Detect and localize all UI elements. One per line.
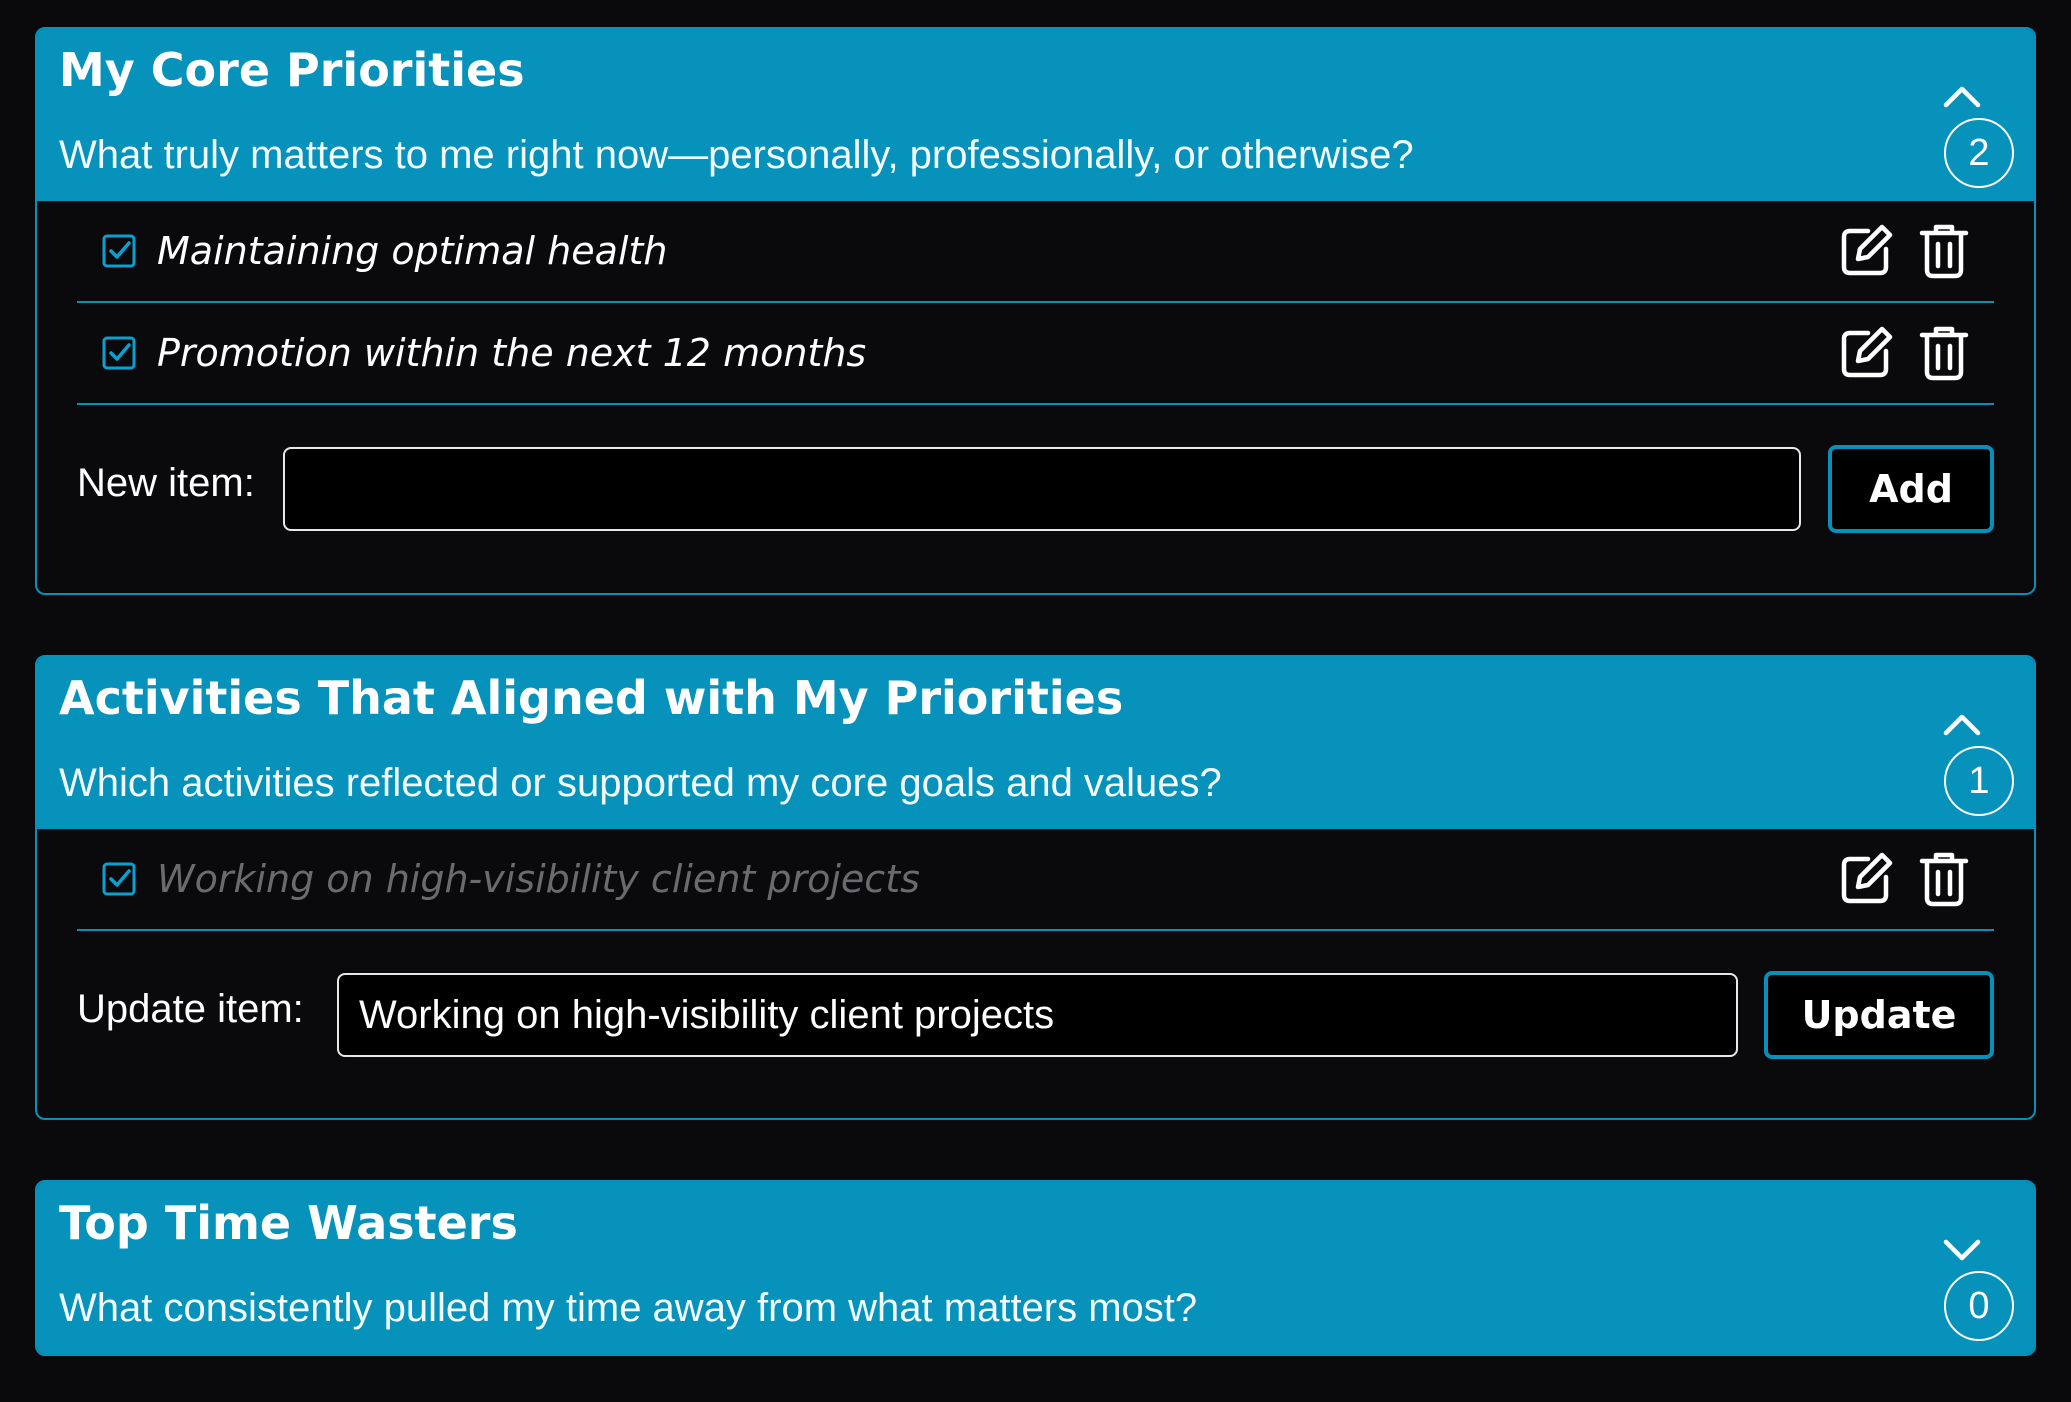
- section-header[interactable]: My Core Priorities What truly matters to…: [37, 29, 2034, 201]
- item-text: Working on high-visibility client projec…: [157, 857, 920, 901]
- count-badge: 2: [1944, 118, 2014, 188]
- page: My Core Priorities What truly matters to…: [0, 0, 2071, 1402]
- checkbox-checked-icon[interactable]: [101, 335, 137, 371]
- section-title: My Core Priorities: [59, 43, 525, 97]
- count-badge: 0: [1944, 1271, 2014, 1341]
- edit-icon[interactable]: [1838, 325, 1894, 381]
- update-item-form: Update item: Update: [77, 931, 1994, 1103]
- section-title: Activities That Aligned with My Prioriti…: [59, 671, 1124, 725]
- list-item: Maintaining optimal health: [77, 201, 1994, 303]
- section-title: Top Time Wasters: [59, 1196, 518, 1250]
- checkbox-checked-icon[interactable]: [101, 861, 137, 897]
- new-item-label: New item:: [77, 461, 255, 505]
- section-aligned-activities: Activities That Aligned with My Prioriti…: [35, 655, 2036, 1120]
- update-item-input[interactable]: [337, 973, 1738, 1057]
- update-button[interactable]: Update: [1764, 971, 1994, 1059]
- trash-icon[interactable]: [1918, 223, 1970, 279]
- item-text: Promotion within the next 12 months: [157, 331, 867, 375]
- section-header[interactable]: Activities That Aligned with My Prioriti…: [37, 657, 2034, 829]
- trash-icon[interactable]: [1918, 325, 1970, 381]
- list-item: Working on high-visibility client projec…: [77, 829, 1994, 931]
- trash-icon[interactable]: [1918, 851, 1970, 907]
- chevron-up-icon[interactable]: [1940, 81, 1984, 113]
- section-body: Maintaining optimal health Promotion wit…: [37, 201, 2034, 577]
- section-subtitle: What consistently pulled my time away fr…: [59, 1286, 1198, 1330]
- section-time-wasters: Top Time Wasters What consistently pulle…: [35, 1180, 2036, 1356]
- section-core-priorities: My Core Priorities What truly matters to…: [35, 27, 2036, 595]
- new-item-input[interactable]: [283, 447, 1801, 531]
- add-button[interactable]: Add: [1828, 445, 1994, 533]
- update-item-label: Update item:: [77, 987, 304, 1031]
- list-item: Promotion within the next 12 months: [77, 303, 1994, 405]
- checkbox-checked-icon[interactable]: [101, 233, 137, 269]
- edit-icon[interactable]: [1838, 851, 1894, 907]
- edit-icon[interactable]: [1838, 223, 1894, 279]
- new-item-form: New item: Add: [77, 405, 1994, 577]
- count-badge: 1: [1944, 746, 2014, 816]
- chevron-down-icon[interactable]: [1940, 1234, 1984, 1266]
- section-header[interactable]: Top Time Wasters What consistently pulle…: [37, 1182, 2034, 1354]
- section-subtitle: What truly matters to me right now—perso…: [59, 133, 1414, 177]
- section-subtitle: Which activities reflected or supported …: [59, 761, 1222, 805]
- section-body: Working on high-visibility client projec…: [37, 829, 2034, 1103]
- chevron-up-icon[interactable]: [1940, 709, 1984, 741]
- item-text: Maintaining optimal health: [157, 229, 668, 273]
